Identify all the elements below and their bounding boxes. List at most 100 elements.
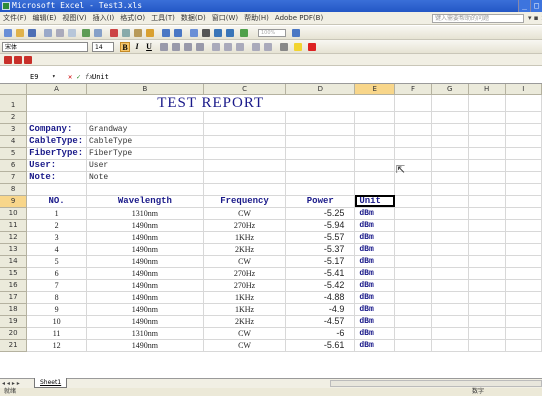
empty-cell[interactable] xyxy=(505,327,542,340)
empty-cell[interactable] xyxy=(203,171,287,184)
empty-cell[interactable] xyxy=(468,279,506,292)
cell-power[interactable]: -4.57 xyxy=(285,315,356,328)
empty-cell[interactable] xyxy=(468,135,506,148)
empty-cell[interactable] xyxy=(505,135,542,148)
align-right-icon[interactable] xyxy=(184,43,192,51)
cell-unit[interactable]: dBm xyxy=(354,315,396,328)
align-left-icon[interactable] xyxy=(160,43,168,51)
underline-button[interactable]: U xyxy=(144,42,154,52)
cell-unit[interactable]: dBm xyxy=(354,339,396,352)
print-icon[interactable] xyxy=(56,29,64,37)
cell-no[interactable]: 7 xyxy=(26,279,87,292)
empty-cell[interactable] xyxy=(394,279,432,292)
empty-cell[interactable] xyxy=(431,195,469,208)
empty-cell[interactable] xyxy=(394,303,432,316)
empty-cell[interactable] xyxy=(505,195,542,208)
empty-cell[interactable] xyxy=(431,327,469,340)
cancel-icon[interactable]: ✕ xyxy=(68,73,72,81)
menu-edit[interactable]: 编辑(E) xyxy=(30,12,60,25)
empty-cell[interactable] xyxy=(394,243,432,256)
italic-button[interactable]: I xyxy=(132,42,142,52)
empty-cell[interactable] xyxy=(394,123,432,136)
empty-cell[interactable] xyxy=(468,171,506,184)
merge-center-icon[interactable] xyxy=(196,43,204,51)
comma-icon[interactable] xyxy=(236,43,244,51)
align-center-icon[interactable] xyxy=(172,43,180,51)
cell-frequency[interactable]: 1KHz xyxy=(203,231,287,244)
empty-cell[interactable] xyxy=(505,231,542,244)
cell-no[interactable]: 3 xyxy=(26,231,87,244)
header-frequency[interactable]: Frequency xyxy=(203,195,287,208)
cell-frequency[interactable]: CW xyxy=(203,327,287,340)
name-box[interactable]: E9 ▾ xyxy=(4,72,64,82)
column-header-d[interactable]: D xyxy=(285,84,356,95)
empty-cell[interactable] xyxy=(468,195,506,208)
menu-insert[interactable]: 插入(I) xyxy=(90,12,118,25)
cell-no[interactable]: 5 xyxy=(26,255,87,268)
empty-cell[interactable] xyxy=(394,255,432,268)
empty-cell[interactable] xyxy=(203,183,287,196)
cell-frequency[interactable]: 270Hz xyxy=(203,279,287,292)
cut-icon[interactable] xyxy=(110,29,118,37)
field-label[interactable]: Company: xyxy=(26,123,87,136)
empty-cell[interactable] xyxy=(203,123,287,136)
empty-cell[interactable] xyxy=(431,219,469,232)
empty-cell[interactable] xyxy=(468,111,506,124)
autosum-icon[interactable] xyxy=(202,29,210,37)
empty-cell[interactable] xyxy=(285,171,356,184)
open-icon[interactable] xyxy=(16,29,24,37)
empty-cell[interactable] xyxy=(394,327,432,340)
empty-cell[interactable] xyxy=(394,231,432,244)
sheet-navigation-arrows[interactable]: ◂ ◂ ▸ ▸ xyxy=(2,379,20,388)
cell-wavelength[interactable]: 1310nm xyxy=(86,327,204,340)
empty-cell[interactable] xyxy=(505,339,542,352)
empty-cell[interactable] xyxy=(431,255,469,268)
empty-cell[interactable] xyxy=(505,243,542,256)
decrease-indent-icon[interactable] xyxy=(252,43,260,51)
empty-cell[interactable] xyxy=(431,183,469,196)
cell-unit[interactable]: dBm xyxy=(354,267,396,280)
sort-ascending-icon[interactable] xyxy=(214,29,222,37)
row-header[interactable]: 13 xyxy=(0,243,28,256)
new-icon[interactable] xyxy=(4,29,12,37)
column-header-a[interactable]: A xyxy=(26,84,87,95)
empty-cell[interactable] xyxy=(394,207,432,220)
menu-tools[interactable]: 工具(T) xyxy=(148,12,178,25)
cell-power[interactable]: -5.42 xyxy=(285,279,356,292)
empty-cell[interactable] xyxy=(431,159,469,172)
cell-no[interactable]: 8 xyxy=(26,291,87,304)
cell-wavelength[interactable]: 1490nm xyxy=(86,279,204,292)
empty-cell[interactable] xyxy=(431,339,469,352)
empty-cell[interactable] xyxy=(505,111,542,124)
spelling-icon[interactable] xyxy=(82,29,90,37)
worksheet-grid[interactable]: A B C D E F G H I 1 TEST REPORT 2 3 Company: Grandway 4… xyxy=(0,84,542,378)
menu-help[interactable]: 帮助(H) xyxy=(241,12,272,25)
empty-cell[interactable] xyxy=(505,94,542,112)
empty-cell[interactable] xyxy=(203,111,287,124)
field-label[interactable]: User: xyxy=(26,159,87,172)
empty-cell[interactable] xyxy=(431,243,469,256)
empty-cell[interactable] xyxy=(431,135,469,148)
empty-cell[interactable] xyxy=(26,183,87,196)
cell-no[interactable]: 9 xyxy=(26,303,87,316)
save-icon[interactable] xyxy=(28,29,36,37)
empty-cell[interactable] xyxy=(354,135,396,148)
cell-no[interactable]: 11 xyxy=(26,327,87,340)
cell-unit[interactable]: dBm xyxy=(354,327,396,340)
empty-cell[interactable] xyxy=(505,303,542,316)
empty-cell[interactable] xyxy=(394,219,432,232)
row-header[interactable]: 9 xyxy=(0,195,28,208)
empty-cell[interactable] xyxy=(285,183,356,196)
select-all-corner[interactable] xyxy=(0,84,28,95)
empty-cell[interactable] xyxy=(505,219,542,232)
empty-cell[interactable] xyxy=(431,231,469,244)
header-wavelength[interactable]: Wavelength xyxy=(86,195,204,208)
research-icon[interactable] xyxy=(94,29,102,37)
preview-icon[interactable] xyxy=(68,29,76,37)
empty-cell[interactable] xyxy=(505,123,542,136)
cell-unit[interactable]: dBm xyxy=(354,231,396,244)
cell-wavelength[interactable]: 1490nm xyxy=(86,291,204,304)
empty-cell[interactable] xyxy=(505,267,542,280)
row-header[interactable]: 6 xyxy=(0,159,28,172)
help-close-icons[interactable]: ▾ ▪ × xyxy=(528,12,542,25)
